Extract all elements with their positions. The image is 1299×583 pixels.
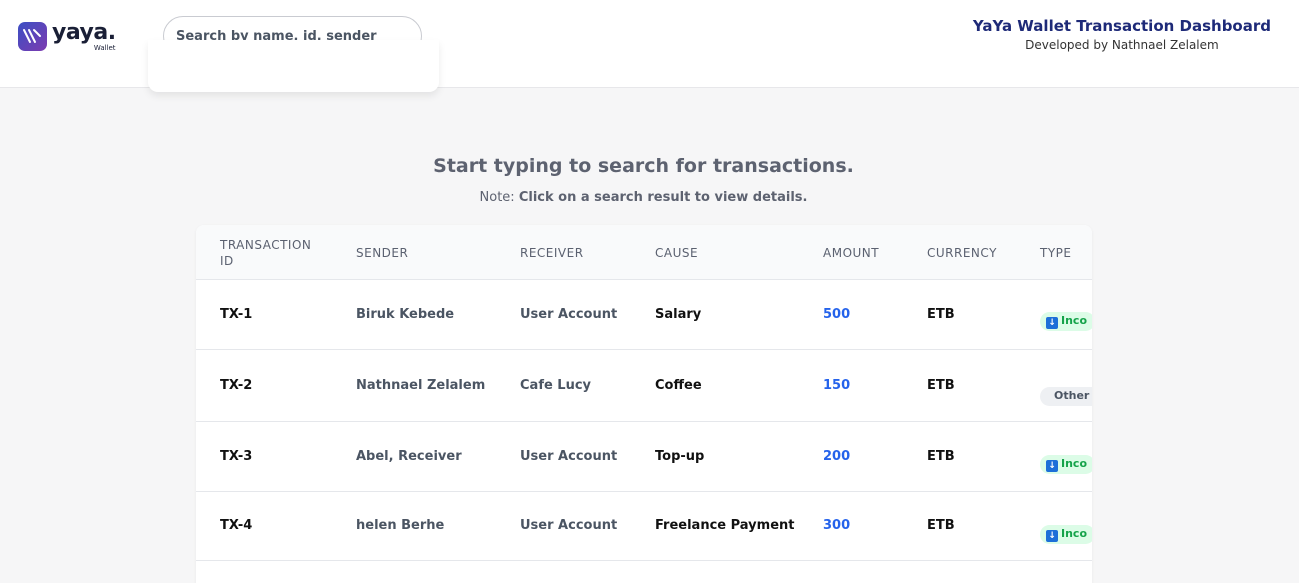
- type-badge-other: Other: [1040, 387, 1092, 406]
- type-label: Inco: [1061, 457, 1088, 470]
- cause: Top-up: [655, 449, 705, 464]
- transaction-id: TX-2: [220, 378, 253, 393]
- currency: ETB: [927, 378, 955, 393]
- column-header-transaction-id: TRANSACTION ID: [220, 238, 312, 268]
- cause: Coffee: [655, 378, 702, 393]
- down-arrow-icon: ↓: [1046, 530, 1058, 542]
- column-header-type: TYPE: [1040, 246, 1072, 260]
- type-badge-incoming: ↓ Inco: [1040, 455, 1092, 474]
- header-title-block: YaYa Wallet Transaction Dashboard Develo…: [973, 17, 1271, 52]
- amount: 200: [823, 449, 851, 464]
- currency: ETB: [927, 307, 955, 322]
- column-header-amount: AMOUNT: [823, 246, 880, 260]
- down-arrow-icon: ↓: [1046, 317, 1058, 329]
- sender: Abel, Receiver: [356, 449, 462, 464]
- receiver: User Account: [520, 307, 618, 322]
- amount: 150: [823, 378, 851, 393]
- logo-wordmark: yaya.: [52, 20, 116, 45]
- search-dropdown: [148, 40, 439, 92]
- cause: Salary: [655, 307, 702, 322]
- receiver: User Account: [520, 518, 618, 533]
- transaction-id: TX-4: [220, 518, 253, 533]
- yaya-logo[interactable]: yaya. Wallet: [18, 22, 116, 52]
- yaya-logo-icon: [18, 22, 47, 51]
- sender: Biruk Kebede: [356, 307, 455, 322]
- receiver: User Account: [520, 449, 618, 464]
- type-badge-incoming: ↓ Inco: [1040, 312, 1092, 331]
- currency: ETB: [927, 518, 955, 533]
- amount: 500: [823, 307, 851, 322]
- developer-credit: Developed by Nathnael Zelalem: [1025, 38, 1219, 52]
- sender: helen Berhe: [356, 518, 445, 533]
- down-arrow-icon: ↓: [1046, 460, 1058, 472]
- search-note: Note: Click on a search result to view d…: [0, 190, 1287, 205]
- column-header-currency: CURRENCY: [927, 246, 997, 260]
- search-prompt: Start typing to search for transactions.: [433, 155, 854, 177]
- type-label: Inco: [1061, 314, 1088, 327]
- note-text: Click on a search result to view details…: [518, 190, 808, 205]
- note-prefix: Note:: [479, 190, 515, 205]
- table-row[interactable]: TX-2 Nathnael Zelalem Cafe Lucy Coffee 1…: [196, 350, 1092, 422]
- amount: 300: [823, 518, 851, 533]
- column-header-receiver: RECEIVER: [520, 246, 584, 260]
- column-header-cause: CAUSE: [655, 246, 699, 260]
- table-row[interactable]: TX-1 Biruk Kebede User Account Salary 50…: [196, 281, 1092, 350]
- table-row[interactable]: TX-3 Abel, Receiver User Account Top-up …: [196, 422, 1092, 492]
- currency: ETB: [927, 449, 955, 464]
- transactions-table: TRANSACTION ID SENDER RECEIVER CAUSE AMO…: [196, 225, 1092, 583]
- dashboard-title: YaYa Wallet Transaction Dashboard: [972, 17, 1271, 35]
- column-header-sender: SENDER: [356, 246, 409, 260]
- receiver: Cafe Lucy: [520, 378, 592, 393]
- type-label: Inco: [1061, 527, 1088, 540]
- table-row[interactable]: TX-4 helen Berhe User Account Freelance …: [196, 492, 1092, 561]
- sender: Nathnael Zelalem: [356, 378, 486, 393]
- transaction-id: TX-1: [220, 307, 253, 322]
- table-header: TRANSACTION ID SENDER RECEIVER CAUSE AMO…: [196, 225, 1092, 280]
- cause: Freelance Payment: [655, 518, 795, 533]
- type-badge-incoming: ↓ Inco: [1040, 525, 1092, 544]
- logo-subtitle: Wallet: [93, 44, 116, 52]
- transaction-id: TX-3: [220, 449, 253, 464]
